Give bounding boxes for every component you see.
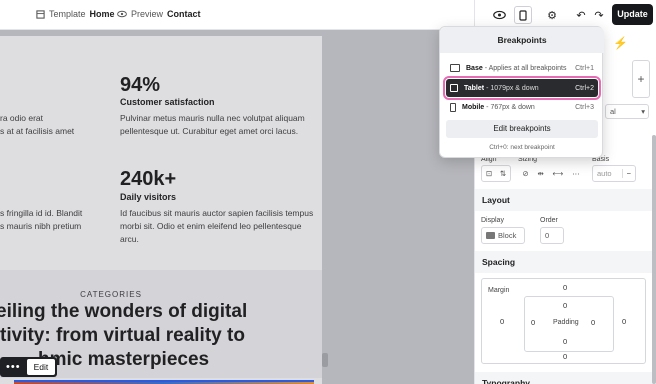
breakpoint-shortcut: Ctrl+1 — [575, 64, 594, 72]
template-name: Home — [89, 9, 115, 19]
breakpoint-desc: - 1079px & down — [486, 84, 539, 92]
tablet-icon — [450, 84, 458, 92]
grow-icon[interactable]: ⟷ — [553, 169, 564, 178]
breakpoint-mobile[interactable]: Mobile - 767px & down Ctrl+3 — [446, 98, 598, 116]
display-value: Block — [498, 231, 517, 240]
template-icon — [36, 9, 45, 19]
display-select[interactable]: Block — [481, 227, 525, 244]
featured-image[interactable] — [14, 380, 314, 384]
order-value: 0 — [545, 231, 550, 240]
breakpoint-shortcut: Ctrl+2 — [575, 84, 594, 92]
order-input[interactable]: 0 — [540, 227, 564, 244]
canvas-overlay — [0, 30, 474, 384]
padding-bottom[interactable]: 0 — [563, 337, 567, 346]
order-label: Order — [540, 217, 558, 224]
layout-section-title[interactable]: Layout — [475, 189, 656, 211]
settings-gear-icon[interactable]: ⚙ — [543, 6, 561, 24]
top-bar: Template Home Preview Contact — [0, 0, 474, 30]
typography-section-title[interactable]: Typography — [475, 372, 656, 384]
interactions-bolt-icon[interactable]: ⚡ — [613, 36, 628, 50]
element-toolbar: ••• Edit — [0, 357, 58, 377]
stepper-icon: ⇅ — [499, 169, 507, 178]
breakpoint-base[interactable]: Base - Applies at all breakpoints Ctrl+1 — [446, 59, 598, 77]
margin-right[interactable]: 0 — [622, 317, 626, 326]
shrink-icon[interactable]: ⇹ — [537, 169, 543, 178]
padding-left[interactable]: 0 — [531, 318, 535, 327]
template-prefix: Template — [49, 9, 86, 19]
breakpoint-shortcut: Ctrl+3 — [575, 103, 594, 111]
edit-button[interactable]: Edit — [26, 359, 56, 375]
redo-icon[interactable]: ↷ — [590, 6, 608, 24]
padding-box[interactable]: 0 0 Padding 0 0 — [524, 296, 614, 352]
breakpoint-name: Mobile — [462, 103, 485, 111]
desktop-icon — [450, 64, 460, 72]
breakpoint-desc: - Applies at all breakpoints — [484, 64, 567, 72]
more-icon[interactable]: ••• — [0, 361, 27, 373]
margin-bottom[interactable]: 0 — [563, 352, 567, 361]
breakpoint-name: Tablet — [464, 84, 485, 92]
basis-input[interactable]: auto − — [592, 165, 636, 182]
position-select[interactable]: al ▾ — [605, 104, 649, 119]
align-control[interactable]: ⊡ ⇅ — [481, 165, 511, 182]
breakpoint-name: Base — [466, 64, 483, 72]
margin-box[interactable]: Margin 0 0 0 0 0 0 Padding 0 0 — [481, 278, 646, 364]
breakpoint-hint: Ctrl+0: next breakpoint — [489, 144, 555, 151]
edit-breakpoints-button[interactable]: Edit breakpoints — [446, 120, 598, 138]
add-class-button[interactable]: + — [632, 60, 650, 98]
breakpoints-title: Breakpoints — [440, 27, 604, 53]
block-icon — [486, 232, 495, 239]
sizing-control[interactable]: ⊘ ⇹ ⟷ ⋯ — [518, 165, 584, 182]
more-icon[interactable]: ⋯ — [572, 169, 580, 178]
align-center-icon: ⊡ — [485, 169, 493, 178]
preview-prefix: Preview — [131, 9, 164, 19]
margin-left[interactable]: 0 — [500, 317, 504, 326]
breakpoint-desc: - 767px & down — [486, 103, 535, 111]
undo-icon[interactable]: ↶ — [572, 6, 590, 24]
margin-label: Margin — [488, 287, 510, 294]
template-selector[interactable]: Template Home — [36, 9, 115, 19]
margin-top[interactable]: 0 — [563, 283, 567, 292]
padding-top[interactable]: 0 — [563, 301, 567, 310]
canvas[interactable]: ra odio erat s at at facilisis amet 94% … — [0, 30, 474, 384]
minus-icon[interactable]: − — [621, 169, 635, 178]
mobile-icon — [450, 102, 456, 112]
breakpoints-dropdown: Breakpoints Base - Applies at all breakp… — [439, 26, 604, 158]
spacing-section-title[interactable]: Spacing — [475, 251, 656, 273]
update-button[interactable]: Update — [612, 4, 653, 25]
select-value: al — [610, 107, 616, 116]
display-label: Display — [481, 217, 504, 224]
tablet-breakpoint-icon[interactable] — [514, 6, 532, 24]
preview-eye-icon[interactable] — [490, 6, 508, 24]
basis-value: auto — [597, 169, 612, 178]
preview-selector[interactable]: Preview Contact — [117, 9, 201, 19]
breakpoint-tablet[interactable]: Tablet - 1079px & down Ctrl+2 — [443, 76, 601, 100]
padding-right[interactable]: 0 — [591, 318, 595, 327]
panel-scrollbar[interactable] — [652, 135, 656, 384]
padding-label: Padding — [553, 319, 579, 326]
none-icon[interactable]: ⊘ — [522, 169, 528, 178]
resize-handle[interactable] — [322, 353, 328, 367]
preview-name: Contact — [167, 9, 201, 19]
eye-icon — [117, 10, 127, 18]
